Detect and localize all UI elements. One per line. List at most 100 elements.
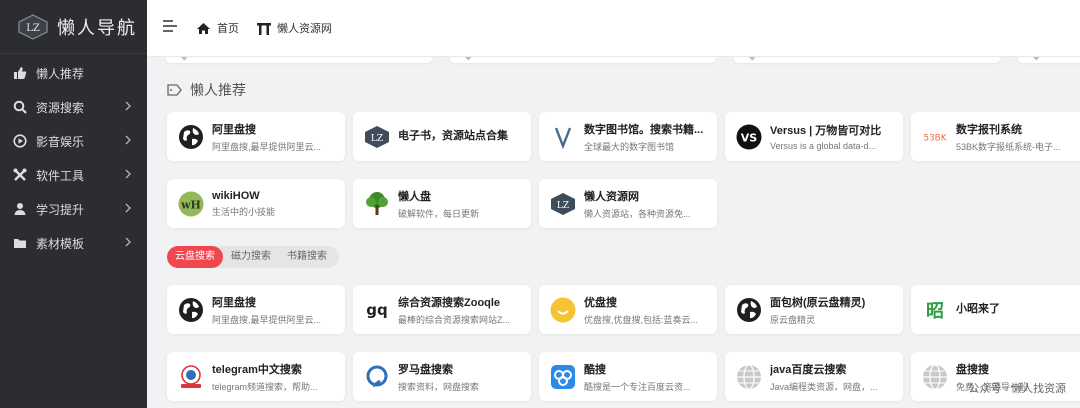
card-desc: 优盘搜,优盘搜,包括:蓝奏云... [584,314,699,325]
chevron-right-icon [125,101,131,111]
home-icon [197,22,210,34]
site-card[interactable]: VS Versus | 万物皆可对比 Versus is a global dat… [725,112,903,161]
card-desc: 全球最大的数字图书馆 [584,141,675,152]
site-label: 懒人资源网 [277,23,332,35]
sidebar-item-templates[interactable]: 素材模板 [0,226,147,260]
site-card[interactable]: 懒人盘 破解软件，每日更新 [353,179,531,228]
site-card[interactable]: 面包树(原云盘精灵) 原云盘精灵 [725,285,903,334]
partial-card[interactable] [450,57,716,63]
site-card[interactable]: telegram中文搜索 telegram频道搜索，帮助... [167,352,345,401]
site-card[interactable]: 数字图书馆。搜索书籍... 全球最大的数字图书馆 [539,112,717,161]
v-letter-icon [550,124,576,150]
sidebar-item-recommend[interactable]: 懒人推荐 [0,56,147,90]
breadcrumb-home[interactable]: 首页 [196,20,239,36]
card-desc: 原云盘精灵 [770,314,816,325]
vs-icon: VS [736,124,762,150]
chevron-icon [1030,57,1044,61]
card-desc: 阿里盘搜,最早提供阿里云... [212,141,322,152]
site-card[interactable]: 酷搜酷搜是一个专注百度云资... [539,352,717,401]
lz-logo-icon: LZ [550,191,576,217]
card-desc: 酷搜是一个专注百度云资... [584,381,691,392]
card-title: 盘搜搜 [956,363,989,376]
card-title: 酷搜 [584,363,606,376]
card-title: 懒人资源网 [584,190,639,203]
tab-cloud-search[interactable]: 云盘搜索 [167,246,223,268]
site-card[interactable]: 53BK 数字报刊系统 53BK数字报纸系统-电子... [911,112,1080,161]
svg-text:LZ: LZ [26,23,40,34]
sidebar-item-label: 学习提升 [36,202,85,217]
tag-icon [167,84,182,96]
main-content: 懒人推荐 阿里盘搜阿里盘搜,最早提供阿里云... LZ 电子书，资源站点合集 数… [147,57,1080,408]
lz-logo-icon: LZ [18,13,48,40]
chevron-icon [462,57,476,61]
search-icon [12,99,28,115]
sidebar-item-label: 软件工具 [36,168,85,183]
site-card[interactable]: 阿里盘搜阿里盘搜,最早提供阿里云... [167,112,345,161]
site-logo[interactable]: LZ 懒人导航 [0,0,147,54]
sidebar-item-label: 影音娱乐 [36,134,85,149]
site-card[interactable]: 优盘搜优盘搜,优盘搜,包括:蓝奏云... [539,285,717,334]
card-desc: 生活中的小技能 [212,206,276,217]
card-desc: 最棒的综合资源搜索网站Z... [398,314,510,325]
zhao-icon: 昭 [922,297,948,323]
tools-icon [12,167,28,183]
card-title: java百度云搜索 [770,363,847,376]
zooqle-icon-text: gq [366,301,387,319]
partial-card[interactable] [166,57,432,63]
chevron-right-icon [125,169,131,179]
sidebar-item-search[interactable]: 资源搜索 [0,90,147,124]
section-title: 懒人推荐 [167,80,246,100]
card-title: Versus | 万物皆可对比 [770,125,882,137]
site-card[interactable]: 昭 小昭来了 [911,285,1080,334]
sidebar-item-tools[interactable]: 软件工具 [0,158,147,192]
site-card[interactable]: 罗马盘搜索 搜索资料，网盘搜索 [353,352,531,401]
tab-magnet-search[interactable]: 磁力搜索 [223,246,279,268]
previous-cards-row [166,57,1080,63]
kusou-icon [550,364,576,390]
chevron-icon [178,57,192,61]
thumbs-up-icon [12,65,28,81]
card-title: 懒人盘 [398,190,431,203]
card-title: 数字报刊系统 [956,123,1022,136]
menu-toggle-icon[interactable] [162,19,178,38]
card-title: 罗马盘搜索 [398,363,453,376]
card-title: 优盘搜 [584,296,617,309]
partial-card[interactable] [1018,57,1080,63]
globe-icon [178,297,204,323]
lz-logo-icon: LZ [364,124,390,150]
site-card[interactable]: gq 综合资源搜索Zooqle 最棒的综合资源搜索网站Z... [353,285,531,334]
watermark: 公众号 · 懒人找资源 [968,380,1066,396]
sidebar: LZ 懒人导航 懒人推荐 资源搜索 影音娱乐 软件工具 学习提升 素材模板 [0,0,147,408]
site-card[interactable]: LZ 电子书，资源站点合集 [353,112,531,161]
chevron-right-icon [125,237,131,247]
sidebar-item-learning[interactable]: 学习提升 [0,192,147,226]
sidebar-item-media[interactable]: 影音娱乐 [0,124,147,158]
search-tabs: 云盘搜索 磁力搜索 书籍搜索 [167,246,339,268]
partial-card[interactable] [734,57,1000,63]
site-card[interactable]: 阿里盘搜 阿里盘搜,最早提供阿里云... [167,285,345,334]
card-desc: 53BK数字报纸系统-电子... [956,141,1061,152]
card-desc: telegram频道搜索，帮助... [212,381,318,392]
card-title: wikiHOW [212,189,260,202]
site-card[interactable]: LZ 懒人资源网 懒人资源站，各种资源免... [539,179,717,228]
card-title: telegram中文搜索 [212,363,302,376]
chevron-right-icon [125,203,131,213]
sidebar-item-label: 懒人推荐 [36,66,85,81]
top-bar: 首页 懒人资源网 [147,0,1080,57]
tree-icon [364,191,390,217]
home-label: 首页 [217,23,239,35]
wikihow-icon-text: wH [180,198,201,211]
card-title: 小昭来了 [956,303,1000,315]
card-title: 综合资源搜索Zooqle [398,296,501,309]
wikihow-icon: wH [178,191,204,217]
site-card[interactable]: wH wikiHOW 生活中的小技能 [167,179,345,228]
breadcrumb-site[interactable]: 懒人资源网 [257,20,332,36]
telegram-search-icon [178,364,204,390]
roma-icon [364,364,390,390]
card-title: 阿里盘搜 [212,123,256,136]
tab-book-search[interactable]: 书籍搜索 [279,246,335,268]
chevron-icon [746,57,760,61]
sidebar-nav: 懒人推荐 资源搜索 影音娱乐 软件工具 学习提升 素材模板 [0,56,147,260]
site-card[interactable]: java百度云搜索 Java编程类资源，网盘，... [725,352,903,401]
card-title: 数字图书馆。搜索书籍... [584,123,704,136]
